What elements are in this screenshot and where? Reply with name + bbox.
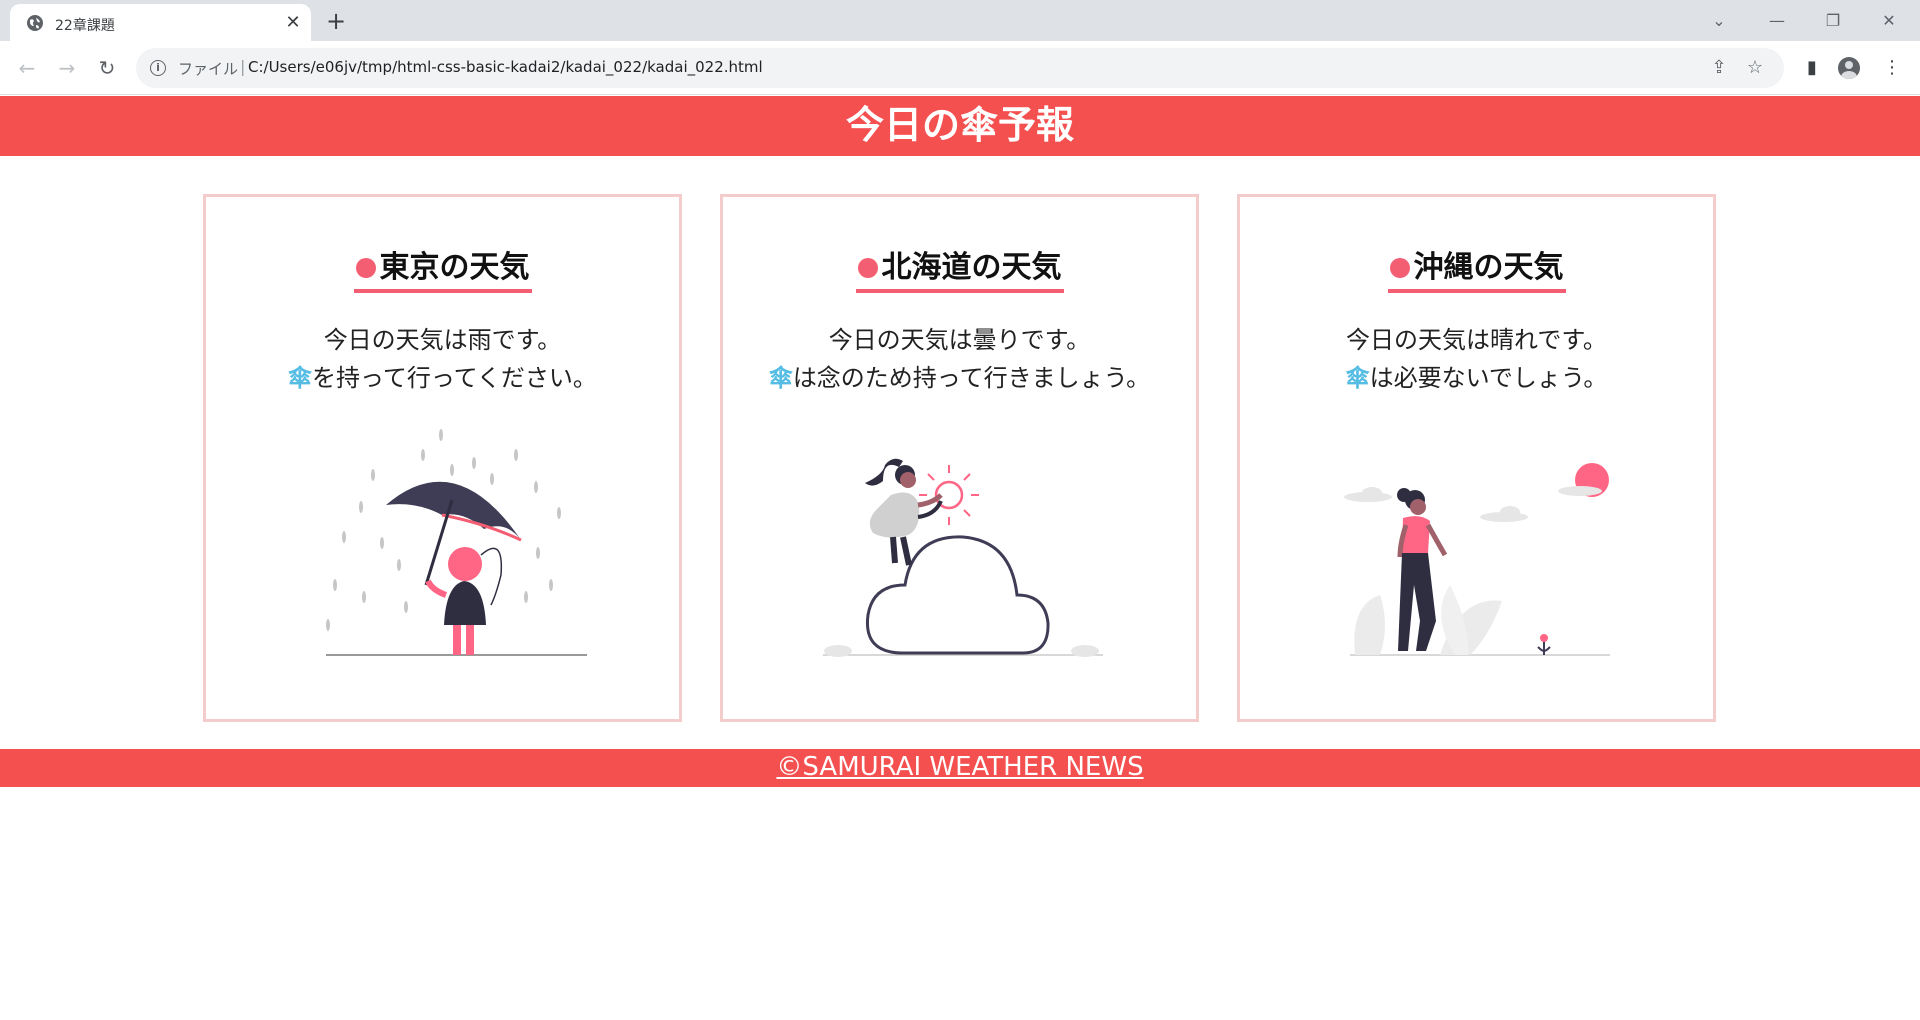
- url-text[interactable]: C:/Users/e06jv/tmp/html-css-basic-kadai2…: [248, 58, 763, 76]
- weather-card-hokkaido: 北海道の天気 今日の天気は曇りです。 傘は念のため持って行きましょう。: [720, 194, 1199, 722]
- reload-icon[interactable]: ↻: [92, 53, 122, 83]
- close-icon[interactable]: ✕: [282, 12, 304, 34]
- scheme-label: ファイル: [178, 60, 239, 78]
- forecast-line: 今日の天気は雨です。: [323, 326, 562, 354]
- umbrella-word: 傘: [768, 364, 793, 392]
- url-separator: |: [240, 57, 246, 76]
- forward-arrow-icon[interactable]: →: [52, 53, 82, 83]
- footer-copyright-link[interactable]: ©SAMURAI WEATHER NEWS: [776, 752, 1143, 782]
- card-text: 今日の天気は曇りです。 傘は念のため持って行きましょう。: [723, 321, 1196, 397]
- page-footer: ©SAMURAI WEATHER NEWS: [0, 749, 1920, 787]
- page-header: 今日の傘予報: [0, 96, 1920, 156]
- person-sunny-day-illustration: [1344, 463, 1610, 656]
- umbrella-word: 傘: [288, 364, 313, 392]
- minimize-icon[interactable]: —: [1762, 6, 1792, 36]
- weather-card-okinawa: 沖縄の天気 今日の天気は晴れです。 傘は必要ないでしょう。: [1237, 194, 1716, 722]
- umbrella-advice: 傘は必要ないでしょう。: [1345, 364, 1608, 392]
- share-icon[interactable]: ⇪: [1706, 55, 1732, 81]
- card-heading: 東京の天気: [353, 249, 532, 293]
- browser-tab[interactable]: 22章課題 ✕: [10, 4, 311, 41]
- bullet-dot-icon: [1389, 258, 1410, 278]
- card-text: 今日の天気は晴れです。 傘は必要ないでしょう。: [1240, 321, 1713, 397]
- tab-title: 22章課題: [55, 18, 115, 34]
- bullet-dot-icon: [355, 258, 376, 278]
- card-heading: 沖縄の天気: [1387, 249, 1566, 293]
- bullet-dot-icon: [857, 258, 878, 278]
- browser-toolbar: ← → ↻ i ファイル | C:/Users/e06jv/tmp/html-c…: [0, 41, 1920, 95]
- card-heading: 北海道の天気: [855, 249, 1064, 293]
- kebab-menu-icon[interactable]: ⋮: [1877, 53, 1907, 83]
- forecast-line: 今日の天気は曇りです。: [828, 326, 1091, 354]
- restore-icon[interactable]: ❐: [1818, 6, 1848, 36]
- card-text: 今日の天気は雨です。 傘を持って行ってください。: [206, 321, 679, 397]
- person-on-cloud-illustration: [823, 458, 1103, 657]
- umbrella-advice: 傘を持って行ってください。: [288, 364, 597, 392]
- page-title: 今日の傘予報: [845, 103, 1074, 147]
- umbrella-word: 傘: [1345, 364, 1370, 392]
- page-viewport: 今日の傘予報 東京の天気 今日の天気は雨です。 傘を持って行ってください。 北海…: [0, 96, 1920, 1020]
- browser-tab-strip: 22章課題 ✕ + ⌄ — ❐ ✕: [0, 0, 1920, 41]
- forecast-line: 今日の天気は晴れです。: [1346, 326, 1607, 354]
- profile-icon[interactable]: [1838, 57, 1860, 79]
- side-panel-icon[interactable]: ▮: [1797, 53, 1827, 83]
- address-bar[interactable]: i ファイル | C:/Users/e06jv/tmp/html-css-bas…: [136, 48, 1784, 88]
- back-arrow-icon[interactable]: ←: [12, 53, 42, 83]
- umbrella-advice: 傘は念のため持って行きましょう。: [768, 364, 1151, 392]
- info-icon[interactable]: i: [150, 60, 166, 76]
- chevron-down-icon[interactable]: ⌄: [1704, 6, 1734, 36]
- window-close-icon[interactable]: ✕: [1874, 6, 1904, 36]
- globe-icon: [27, 15, 43, 31]
- star-icon[interactable]: ☆: [1742, 55, 1768, 81]
- weather-card-tokyo: 東京の天気 今日の天気は雨です。 傘を持って行ってください。: [203, 194, 682, 722]
- plus-icon[interactable]: +: [322, 8, 350, 36]
- person-with-umbrella-illustration: [326, 429, 587, 656]
